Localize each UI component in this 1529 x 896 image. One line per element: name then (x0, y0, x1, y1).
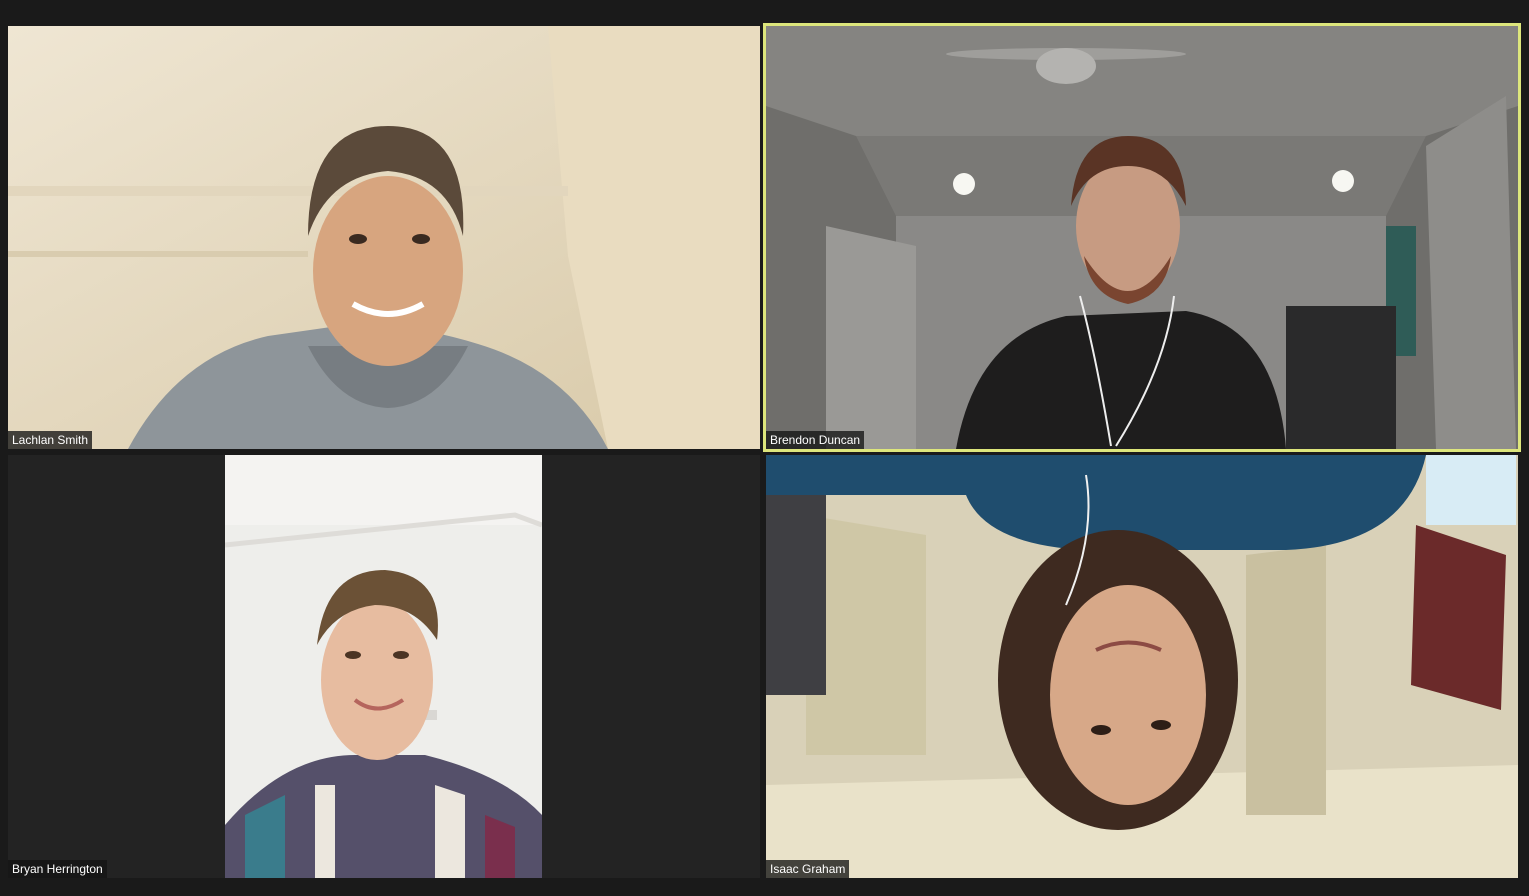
participant-video-bryan-herrington (225, 455, 542, 878)
participant-name-tag: Bryan Herrington (8, 860, 107, 878)
participant-tile-bryan-herrington[interactable]: Bryan Herrington (8, 455, 760, 878)
video-gallery: Lachlan Smith Brendon Duncan Bryan Herri… (0, 0, 1529, 896)
participant-video-isaac-graham (766, 455, 1518, 878)
participant-video-lachlan-smith (8, 26, 760, 449)
participant-tile-lachlan-smith[interactable]: Lachlan Smith (8, 26, 760, 449)
participant-name-tag: Brendon Duncan (766, 431, 865, 449)
participant-tile-brendon-duncan[interactable]: Brendon Duncan (763, 23, 1521, 452)
participant-name-tag: Isaac Graham (766, 860, 850, 878)
participant-name-tag: Lachlan Smith (8, 431, 93, 449)
participant-tile-isaac-graham[interactable]: Isaac Graham (766, 455, 1518, 878)
participant-video-brendon-duncan (766, 26, 1518, 449)
